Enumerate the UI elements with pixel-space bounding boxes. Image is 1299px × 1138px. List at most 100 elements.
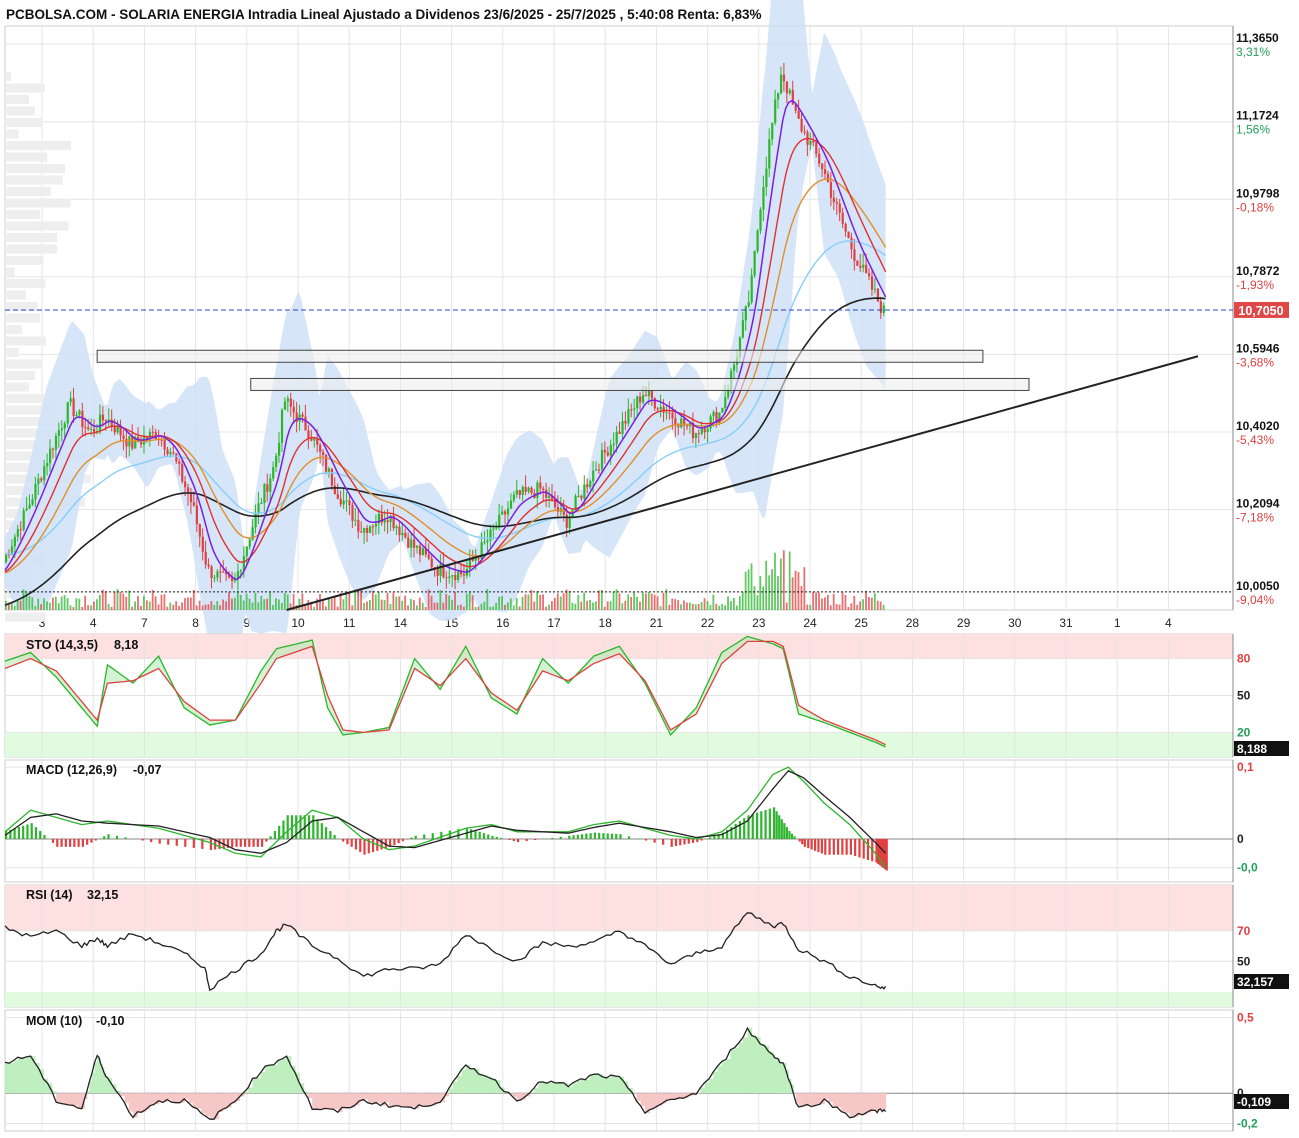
volume-bar [54, 596, 57, 610]
candle-body [277, 442, 281, 456]
volume-bar [427, 589, 430, 610]
candle-body [66, 402, 69, 424]
candle-body [644, 395, 648, 397]
volume-bar [583, 592, 586, 610]
volume-bar [639, 601, 641, 610]
candle-body [680, 418, 683, 428]
candle-body [477, 558, 480, 560]
indicator-plot-area [4, 1009, 1234, 1132]
candle-body [354, 519, 357, 521]
mom-fill-segment [9, 1063, 15, 1094]
macd-histogram-bar [581, 834, 584, 839]
candle-body [694, 433, 698, 439]
volume-bar [797, 572, 800, 610]
volume-bar [257, 602, 260, 610]
volume-bar [219, 605, 222, 610]
volume-bar [424, 606, 427, 610]
volume-profile-bar [5, 233, 58, 242]
candle-body [668, 412, 671, 414]
volume-profile-bar [5, 152, 48, 162]
macd-histogram-bar [273, 831, 276, 839]
volume-bar [835, 604, 838, 610]
volume-bar [603, 606, 606, 610]
mom-fill-segment [572, 1083, 578, 1094]
macd-histogram-bar [363, 838, 366, 855]
volume-bar [656, 596, 659, 610]
candle-body [771, 122, 774, 140]
candle-body [521, 486, 524, 496]
volume-bar [586, 600, 589, 610]
macd-histogram-bar [585, 833, 588, 839]
macd-histogram-bar [775, 811, 778, 839]
candle-body [386, 520, 389, 523]
candle-body [656, 408, 659, 410]
volume-profile-bar [5, 221, 69, 231]
macd-histogram-bar [683, 838, 686, 845]
candle-body [451, 575, 454, 577]
macd-histogram-bar [86, 838, 89, 845]
candle-body [198, 524, 201, 537]
volume-bar [107, 603, 110, 610]
candle-body [621, 421, 624, 434]
volume-bar [175, 601, 178, 610]
x-tick-label: 31 [1059, 616, 1073, 630]
volume-profile-bar [5, 72, 11, 81]
candle-body [257, 503, 260, 514]
level-label: 50 [1237, 954, 1251, 968]
candle-body [597, 469, 601, 471]
volume-bar [192, 590, 195, 610]
overbought-zone [5, 885, 1233, 931]
macd-histogram-bar [662, 838, 665, 845]
candle-body [829, 182, 833, 198]
candle-body [448, 576, 451, 578]
mom-fill-segment [465, 1065, 471, 1094]
candle-body [151, 431, 154, 433]
candle-body [19, 529, 22, 531]
macd-histogram-bar [798, 838, 801, 842]
candle-body [181, 463, 184, 482]
mom-fill-segment [721, 1061, 727, 1094]
mom-fill-segment [606, 1077, 612, 1094]
mom-fill-segment [265, 1066, 271, 1094]
mom-fill-segment [593, 1074, 599, 1094]
volume-bar [612, 592, 615, 610]
volume-bar [680, 604, 682, 610]
volume-bar [876, 600, 879, 610]
volume-bar [509, 598, 512, 610]
volume-bar [747, 569, 750, 610]
candle-body [612, 443, 615, 446]
volume-bar [609, 601, 612, 610]
volume-bar [298, 598, 301, 610]
volume-bar [738, 596, 741, 610]
macd-histogram-bar [56, 838, 59, 847]
macd-histogram-bar [674, 838, 678, 847]
mom-fill-segment [188, 1093, 194, 1103]
rsi-title: RSI (14) [26, 888, 73, 902]
volume-profile-bar [5, 359, 42, 369]
volume-bar [659, 606, 662, 610]
volume-bar [201, 605, 204, 610]
candle-body [31, 499, 34, 505]
mom-fill-segment [418, 1093, 424, 1105]
mom-fill-segment [329, 1093, 335, 1109]
candle-body [128, 436, 131, 447]
candle-body [57, 430, 61, 437]
volume-bar [63, 595, 66, 610]
volume-bar [662, 592, 665, 610]
volume-bar [826, 594, 829, 610]
macd-histogram-bar [256, 838, 259, 847]
chart-canvas: PCBOLSA.COM - SOLARIA ENERGIA Intradia L… [4, 0, 1289, 1132]
volume-profile-bar [5, 256, 44, 265]
volume-bar [706, 600, 709, 610]
macd-histogram-bar [359, 838, 362, 853]
macd-histogram-bar [22, 825, 25, 839]
candle-body [371, 526, 375, 528]
volume-bar [606, 601, 609, 610]
volume-bar [275, 598, 277, 610]
y-tick-price: 10,7872 [1236, 264, 1280, 278]
volume-bar [859, 601, 862, 610]
candle-body [600, 449, 604, 470]
volume-bar [732, 597, 735, 610]
volume-profile-bar [5, 95, 30, 104]
momentum-panel: 0,50-0,2-0,109 [4, 1009, 1289, 1132]
